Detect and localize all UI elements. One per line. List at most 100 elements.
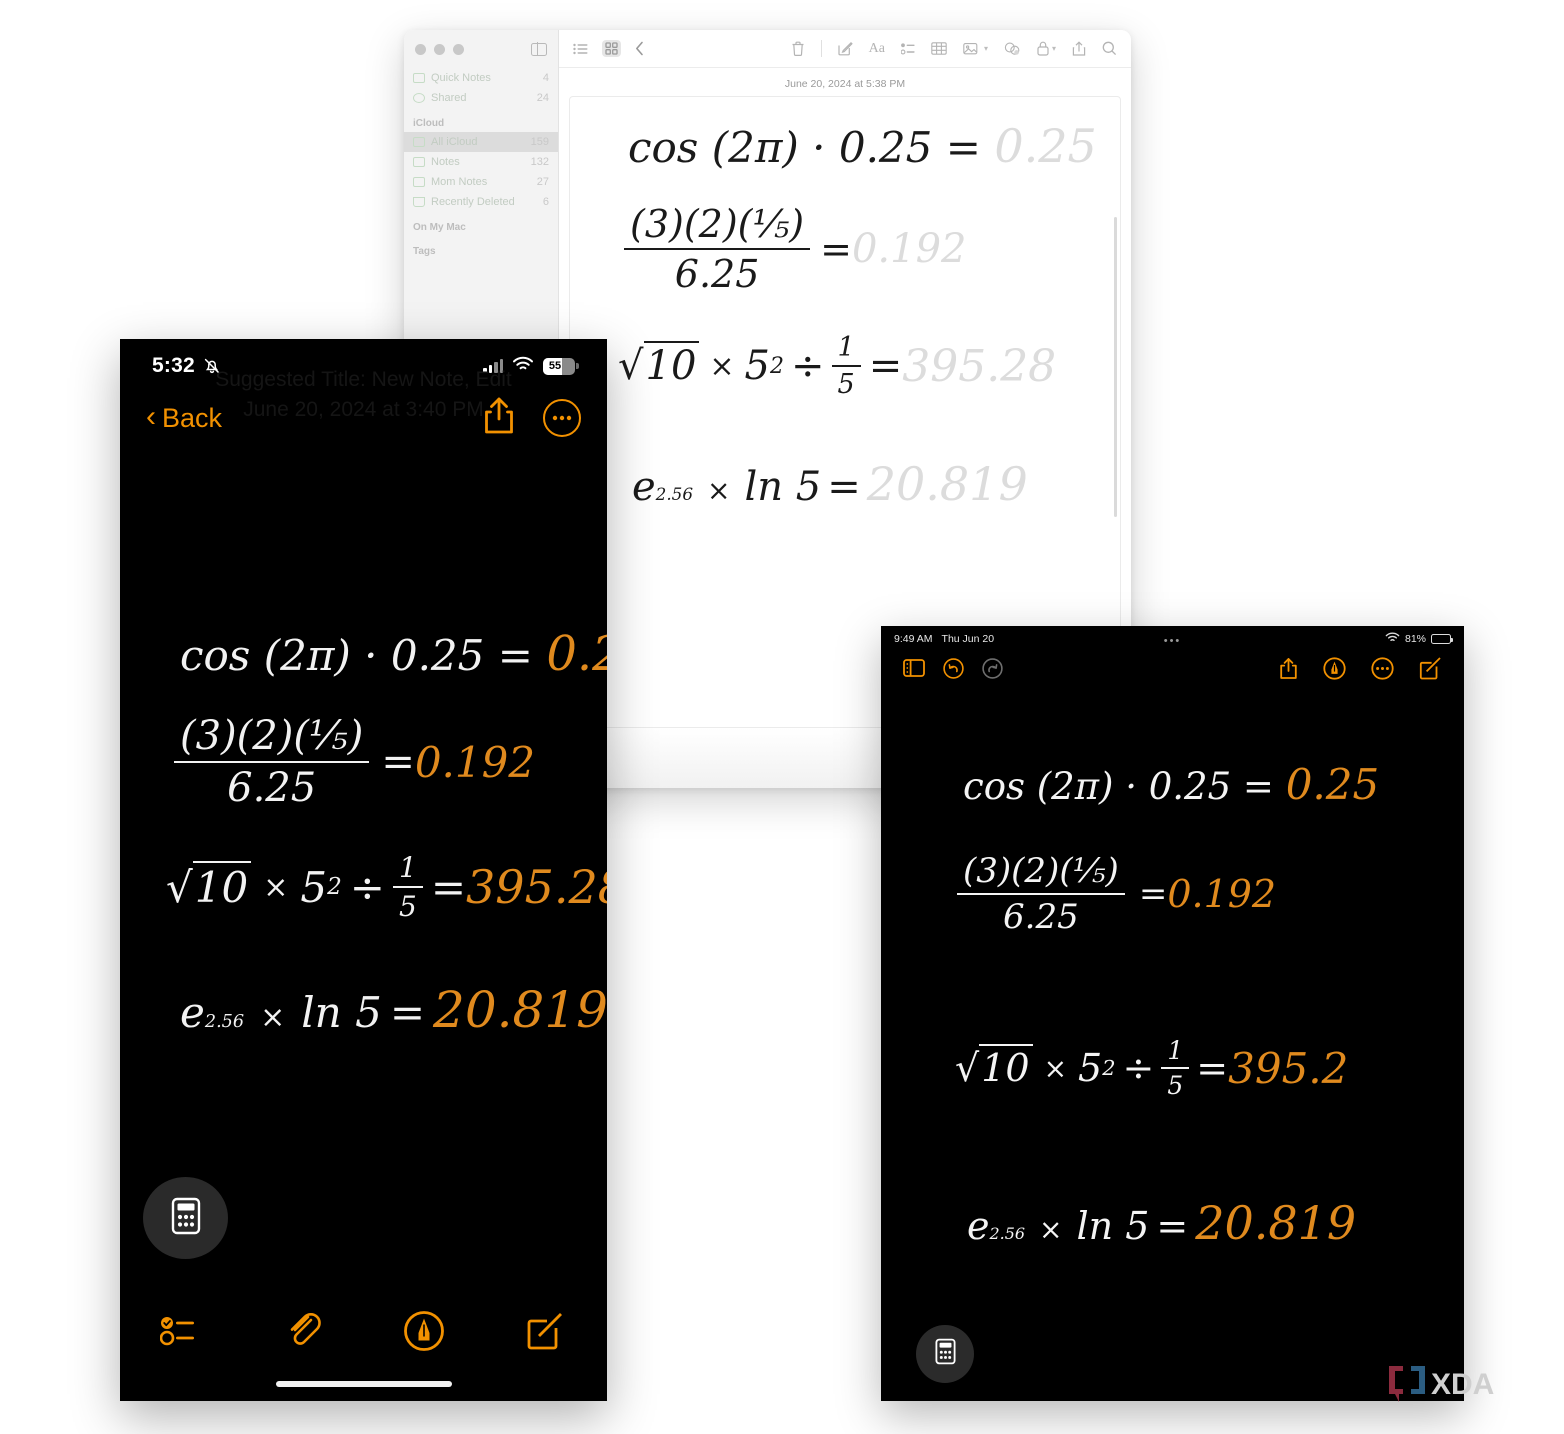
checklist-button[interactable]: [120, 1314, 242, 1348]
status-date: Thu Jun 20: [941, 633, 995, 645]
share-icon[interactable]: [1072, 40, 1086, 57]
math-line-1-equals: =: [1242, 765, 1274, 808]
fraction-denominator: 5: [837, 369, 855, 400]
zoom-button[interactable]: [453, 43, 464, 55]
collaborate-icon[interactable]: [1004, 42, 1021, 56]
ipad-note-canvas[interactable]: cos (2π) · 0.25 = 0.25 (3)(2)(⅕) 6.25 = …: [881, 688, 1464, 1328]
sidebar-item-count: 159: [530, 136, 549, 148]
sidebar-item-label: Shared: [431, 92, 467, 104]
attachment-button[interactable]: [242, 1311, 364, 1351]
compose-button[interactable]: [1419, 656, 1442, 680]
more-options-button[interactable]: [543, 399, 581, 437]
math-line-3-result: 395.28: [902, 340, 1057, 392]
gallery-view-icon[interactable]: [602, 40, 621, 57]
fraction-denominator: 5: [1167, 1071, 1184, 1100]
close-button[interactable]: [415, 43, 426, 55]
sidebar-toggle-icon[interactable]: [531, 42, 547, 56]
sidebar-item-label: Recently Deleted: [431, 196, 515, 208]
sidebar-toggle-icon[interactable]: [903, 659, 925, 677]
math-line-3: √10 × 5 2 ÷ 1 5 = 395.28: [614, 332, 1056, 400]
status-indicators: 55: [483, 356, 579, 377]
lock-icon[interactable]: ▾: [1037, 41, 1056, 56]
square-root-icon: √10: [614, 341, 700, 389]
sidebar-section-on-my-mac: On My Mac: [413, 222, 466, 233]
format-text-icon[interactable]: Aa: [869, 41, 885, 56]
home-indicator[interactable]: [276, 1381, 452, 1387]
fraction-numerator: 1: [399, 851, 417, 884]
chevron-down-icon[interactable]: ▾: [984, 44, 988, 53]
sidebar-item-quick-notes[interactable]: Quick Notes 4: [404, 68, 558, 88]
sidebar-item-label: Quick Notes: [431, 72, 491, 84]
trash-icon[interactable]: [791, 41, 805, 57]
multitask-dots-icon[interactable]: •••: [1164, 635, 1182, 647]
math-line-4-result: 20.819: [866, 457, 1028, 511]
list-view-icon[interactable]: [573, 43, 588, 55]
math-line-3-base: 5: [300, 862, 328, 912]
sidebar-item-mom-notes[interactable]: Mom Notes 27: [404, 172, 558, 192]
math-line-2-equals: =: [1138, 874, 1168, 914]
undo-icon[interactable]: [943, 657, 964, 679]
ipad-toolbar-left-group: [903, 657, 1003, 679]
chevron-down-icon[interactable]: ▾: [1052, 44, 1056, 53]
calculator-button[interactable]: [916, 1325, 974, 1383]
square-root-icon: √10: [951, 1044, 1033, 1090]
minimize-button[interactable]: [434, 43, 445, 55]
cellular-bars-icon: [483, 358, 503, 373]
search-icon[interactable]: [1102, 41, 1117, 56]
math-line-2-equals: =: [381, 739, 415, 785]
media-icon[interactable]: ▾: [963, 42, 988, 56]
sidebar-item-recently-deleted[interactable]: Recently Deleted 6: [404, 192, 558, 212]
sidebar-section-tags: Tags: [413, 246, 436, 257]
more-options-button[interactable]: [1371, 656, 1394, 680]
math-line-1-expression: cos (2π) · 0.25: [963, 765, 1232, 808]
math-line-3-radicand: 10: [192, 860, 252, 912]
share-button[interactable]: [481, 395, 517, 442]
iphone-note-canvas[interactable]: cos (2π) · 0.25 = 0.25 (3)(2)(⅕) 6.25 = …: [120, 451, 607, 1291]
math-line-4-equals: =: [827, 464, 861, 510]
compose-button[interactable]: [485, 1311, 607, 1351]
math-line-3-fraction: 1 5: [831, 332, 861, 400]
sidebar-item-count: 6: [542, 196, 549, 208]
math-line-1-expression: cos (2π) · 0.25: [180, 631, 485, 680]
back-chevron-icon[interactable]: [635, 41, 644, 56]
scrollbar[interactable]: [1114, 217, 1117, 517]
wifi-icon: [512, 356, 534, 377]
markup-button[interactable]: [364, 1310, 486, 1352]
math-line-2: (3)(2)(⅕) 6.25 = 0.192: [624, 202, 967, 296]
back-button[interactable]: ‹ Back: [146, 402, 222, 434]
sidebar-item-all-icloud[interactable]: All iCloud 159: [404, 132, 558, 152]
sidebar-item-label: All iCloud: [431, 136, 478, 148]
screenshot-stage: Quick Notes 4 Shared 24 iCloud All iClou…: [0, 0, 1564, 1434]
sidebar-item-shared[interactable]: Shared 24: [404, 88, 558, 108]
math-line-3-radicand: 10: [643, 341, 700, 389]
math-line-4-log: ln 5: [1076, 1204, 1150, 1248]
fraction-numerator: 1: [1167, 1036, 1184, 1065]
share-button[interactable]: [1279, 657, 1298, 680]
calculator-icon: [171, 1197, 201, 1240]
markup-button[interactable]: [1323, 656, 1346, 680]
iphone-nav-actions: [481, 395, 581, 442]
sidebar-section-icloud: iCloud: [413, 118, 445, 129]
sidebar-item-notes[interactable]: Notes 132: [404, 152, 558, 172]
math-line-3-fraction: 1 5: [393, 851, 423, 923]
math-line-4-times: ×: [1039, 1213, 1063, 1246]
math-line-2-fraction: (3)(2)(⅕) 6.25: [624, 202, 811, 296]
mac-toolbar-right-group: Aa ▾ ▾: [791, 40, 1131, 57]
math-line-3-base: 5: [744, 343, 770, 389]
table-icon[interactable]: [931, 42, 947, 55]
note-date: June 20, 2024 at 5:38 PM: [784, 78, 906, 90]
mac-main-pane: Aa ▾ ▾ June 20, 2024 at 5:38 PM cos (2π)…: [559, 30, 1131, 728]
battery-indicator: [1431, 634, 1453, 644]
checklist-icon[interactable]: [900, 42, 915, 55]
calculator-button[interactable]: [143, 1177, 228, 1259]
math-line-2-result: 0.192: [851, 226, 967, 272]
compose-icon[interactable]: [838, 41, 853, 56]
ipad-toolbar-right-group: [1279, 656, 1442, 680]
math-line-4-exponent: 2.56: [204, 1012, 245, 1032]
math-line-3-result: 395.2: [1228, 1043, 1349, 1093]
math-line-2-denominator: 6.25: [674, 252, 760, 296]
math-line-4-base: e: [180, 988, 205, 1037]
xda-watermark: XDA: [1385, 1362, 1535, 1402]
math-line-2-result: 0.192: [1167, 872, 1277, 916]
math-line-3-base: 5: [1078, 1046, 1103, 1090]
